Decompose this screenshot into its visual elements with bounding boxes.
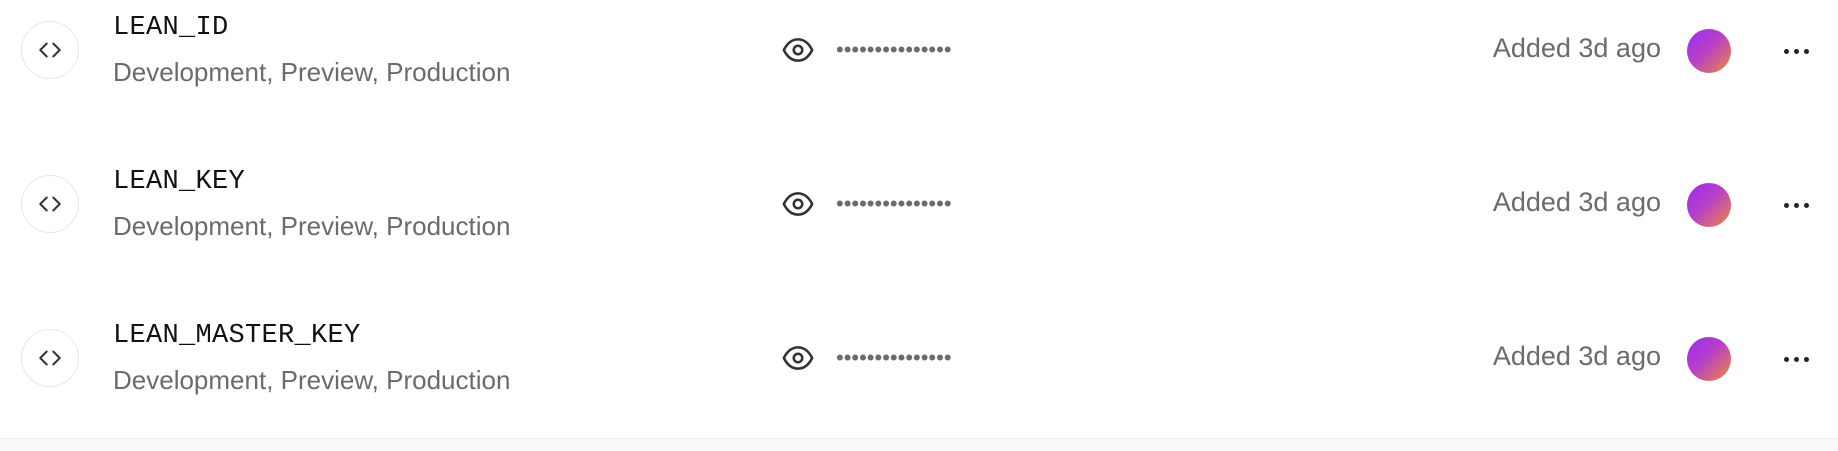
avatar xyxy=(1687,183,1731,227)
avatar xyxy=(1687,29,1731,73)
variable-name[interactable]: LEAN_KEY xyxy=(113,167,245,197)
avatar xyxy=(1687,337,1731,381)
eye-icon[interactable] xyxy=(778,338,818,378)
added-timestamp: Added 3d ago xyxy=(1492,33,1661,63)
masked-value: ••••••••••••••• xyxy=(836,191,952,216)
added-timestamp: Added 3d ago xyxy=(1492,187,1661,217)
env-variable-row: LEAN_ID Development, Preview, Production… xyxy=(0,0,1838,127)
masked-value: ••••••••••••••• xyxy=(836,37,952,62)
more-horizontal-icon[interactable] xyxy=(1778,341,1814,377)
code-brackets-icon[interactable] xyxy=(21,175,79,233)
eye-icon[interactable] xyxy=(778,184,818,224)
more-horizontal-icon[interactable] xyxy=(1778,187,1814,223)
footer-strip xyxy=(0,438,1838,451)
code-brackets-icon[interactable] xyxy=(21,21,79,79)
variable-name[interactable]: LEAN_MASTER_KEY xyxy=(113,321,361,351)
variable-environments: Development, Preview, Production xyxy=(113,211,511,241)
env-variable-row: LEAN_MASTER_KEY Development, Preview, Pr… xyxy=(0,281,1838,435)
variable-environments: Development, Preview, Production xyxy=(113,365,511,395)
added-timestamp: Added 3d ago xyxy=(1492,341,1661,371)
code-brackets-icon[interactable] xyxy=(21,329,79,387)
variable-environments: Development, Preview, Production xyxy=(113,57,511,87)
variable-name[interactable]: LEAN_ID xyxy=(113,13,229,43)
env-variable-list: LEAN_ID Development, Preview, Production… xyxy=(0,0,1838,438)
more-horizontal-icon[interactable] xyxy=(1778,33,1814,69)
env-variable-row: LEAN_KEY Development, Preview, Productio… xyxy=(0,127,1838,281)
masked-value: ••••••••••••••• xyxy=(836,345,952,370)
eye-icon[interactable] xyxy=(778,30,818,70)
